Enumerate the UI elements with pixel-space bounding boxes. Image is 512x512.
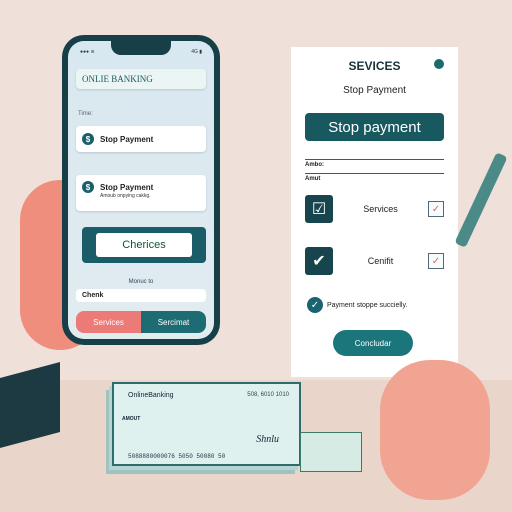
- status-bar: ●●● ≋ 4G ▮: [80, 49, 202, 55]
- item-label: Stop Payment: [100, 134, 154, 144]
- item-sub: Amoub onpying cakkg.: [100, 193, 151, 199]
- check-number: 508, 6010 1010: [247, 392, 289, 398]
- choices-button[interactable]: Cherices: [82, 227, 206, 263]
- dollar-icon: $: [82, 133, 94, 145]
- check-bank: OnlineBanking: [128, 392, 174, 399]
- check-icon: ✔: [305, 247, 333, 275]
- success-message: ✓ Payment stoppe succielly.: [307, 297, 407, 313]
- pen: [454, 152, 508, 248]
- search-icon[interactable]: [434, 59, 444, 69]
- dollar-bill: [300, 432, 362, 472]
- checkbox[interactable]: ✓: [428, 201, 444, 217]
- panel-subtitle: Stop Payment: [343, 85, 406, 96]
- caption: Monuc to: [128, 279, 154, 285]
- checkbox-icon: ☑: [305, 195, 333, 223]
- stop-payment-item-2[interactable]: $ Stop Payment Amoub onpying cakkg.: [76, 175, 206, 211]
- field-ambo[interactable]: Ambo:: [305, 159, 444, 168]
- check-micr: 5088880000076 5050 50080 50: [128, 453, 226, 460]
- app-header: ONLIE BANKING: [76, 69, 206, 89]
- option-label: Cenifit: [367, 256, 394, 266]
- item-label: Stop Payment: [100, 182, 154, 192]
- success-check-icon: ✓: [307, 297, 323, 313]
- option-label: Services: [363, 204, 398, 214]
- check-stack: OnlineBanking 508, 6010 1010 AMOUT Shnlu…: [112, 382, 301, 466]
- option-cenifit[interactable]: ✔ Cenifit ✓: [305, 247, 444, 275]
- option-services[interactable]: ☑ Services ✓: [305, 195, 444, 223]
- check-input[interactable]: Chenk: [76, 289, 206, 302]
- time-label: Time:: [78, 111, 93, 117]
- field-amut[interactable]: Amut: [305, 173, 444, 182]
- segment-sercimat[interactable]: Sercimat: [141, 311, 206, 333]
- dollar-icon: $: [82, 181, 94, 193]
- checkbox[interactable]: ✓: [428, 253, 444, 269]
- segment-services[interactable]: Services: [76, 311, 141, 333]
- stop-payment-item[interactable]: $ Stop Payment: [76, 126, 206, 152]
- choices-label: Cherices: [96, 233, 192, 257]
- stop-payment-button[interactable]: Stop payment: [305, 113, 444, 141]
- panel-title: SEVICES: [348, 59, 401, 73]
- right-hand: [380, 360, 490, 500]
- confirm-button[interactable]: Concludar: [333, 330, 413, 356]
- phone-screen: ●●● ≋ 4G ▮ ONLIE BANKING Time: $ Stop Pay…: [68, 41, 214, 339]
- check-amount-label: AMOUT: [122, 416, 141, 422]
- success-text: Payment stoppe succielly.: [327, 301, 408, 309]
- services-panel: SEVICES Stop Payment Stop payment Ambo: …: [291, 47, 458, 377]
- phone: ●●● ≋ 4G ▮ ONLIE BANKING Time: $ Stop Pay…: [62, 35, 220, 345]
- check-signature: Shnlu: [256, 434, 279, 445]
- segmented-control: Services Sercimat: [76, 311, 206, 333]
